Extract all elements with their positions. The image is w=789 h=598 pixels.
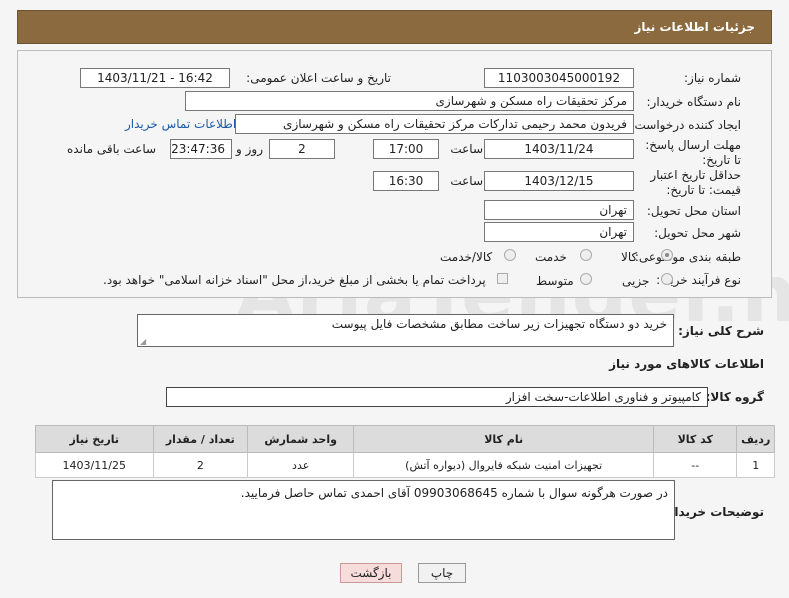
col-name-header: نام کالا — [353, 425, 655, 453]
table-row: 1 -- تجهیزات امنیت شبکه فایروال (دیواره … — [35, 452, 775, 478]
buyer-notes-label: توضیحات خریدار: — [662, 505, 764, 519]
print-button[interactable]: چاپ — [418, 563, 466, 583]
creator-label: ایجاد کننده درخواست: — [630, 118, 741, 132]
goods-group-label: گروه کالا: — [705, 390, 764, 404]
page-header: جزئیات اطلاعات نیاز — [17, 10, 772, 44]
announce-label: تاریخ و ساعت اعلان عمومی: — [246, 71, 391, 85]
goods-code-cell: -- — [653, 452, 738, 478]
validity-time-field: 16:30 — [373, 171, 439, 191]
col-code-header: کد کالا — [653, 425, 738, 453]
category-radio-service[interactable] — [580, 249, 592, 261]
creator-field: فریدون محمد رحیمی تدارکات مرکز تحقیقات ر… — [235, 114, 634, 134]
col-row-header: ردیف — [736, 425, 775, 453]
goods-table: ردیف کد کالا نام کالا واحد شمارش تعداد /… — [35, 425, 775, 478]
validity-time-label: ساعت — [450, 174, 483, 188]
remaining-label: ساعت باقی مانده — [67, 142, 157, 156]
resize-grip-icon: ◢ — [140, 337, 147, 346]
validity-label: حداقل تاریخ اعتبار قیمت: تا تاریخ: — [650, 168, 741, 197]
category-label: طبقه بندی موضوعی: — [634, 250, 741, 264]
row-number-cell: 1 — [736, 452, 775, 478]
col-unit-header: واحد شمارش — [247, 425, 355, 453]
announce-field: 1403/11/21 - 16:42 — [80, 68, 230, 88]
buyer-org-field: مرکز تحقیقات راه مسکن و شهرسازی — [185, 91, 634, 111]
goods-group-field: کامپیوتر و فناوری اطلاعات-سخت افزار — [166, 387, 708, 407]
treasury-payment-checkbox[interactable] — [497, 273, 508, 284]
description-label: شرح کلی نیاز: — [678, 324, 764, 338]
category-radio-goods[interactable] — [661, 249, 673, 261]
process-radio-medium[interactable] — [580, 273, 592, 285]
col-qty-header: تعداد / مقدار — [152, 425, 249, 453]
quantity-cell: 2 — [152, 452, 249, 478]
goods-name-cell: تجهیزات امنیت شبکه فایروال (دیواره آتش) — [353, 452, 655, 478]
city-label: شهر محل تحویل: — [654, 226, 741, 240]
category-option-service: خدمت — [535, 250, 567, 264]
remaining-time-field: 23:47:36 — [170, 139, 232, 159]
deadline-time-field: 17:00 — [373, 139, 439, 159]
days-label: روز و — [236, 142, 263, 156]
goods-info-title: اطلاعات کالاهای مورد نیاز — [609, 357, 764, 371]
process-option-medium: متوسط — [536, 274, 574, 288]
process-option-minor: جزیی — [622, 274, 650, 288]
category-option-goods: کالا — [621, 250, 638, 264]
buyer-org-label: نام دستگاه خریدار: — [646, 95, 742, 109]
need-number-field: 1103003045000192 — [484, 68, 634, 88]
category-radio-goods-service[interactable] — [504, 249, 516, 261]
deadline-date-field: 1403/11/24 — [484, 139, 634, 159]
col-date-header: تاریخ نیاز — [35, 425, 154, 453]
buyer-notes-field: در صورت هرگونه سوال با شماره 09903068645… — [52, 480, 675, 540]
buyer-contact-link[interactable]: اطلاعات تماس خریدار — [125, 117, 236, 131]
deadline-label: مهلت ارسال پاسخ: تا تاریخ: — [645, 138, 741, 167]
unit-cell: عدد — [247, 452, 355, 478]
deadline-time-label: ساعت — [450, 142, 483, 156]
province-label: استان محل تحویل: — [646, 204, 741, 218]
need-number-label: شماره نیاز: — [684, 71, 741, 85]
category-option-goods-service: کالا/خدمت — [440, 250, 493, 264]
days-field: 2 — [269, 139, 335, 159]
city-field: تهران — [484, 222, 634, 242]
description-field: خرید دو دستگاه تجهیزات زیر ساخت مطابق مش… — [137, 314, 674, 347]
treasury-payment-note: پرداخت تمام یا بخشی از مبلغ خرید،از محل … — [103, 273, 486, 287]
process-radio-minor[interactable] — [661, 273, 673, 285]
page-title: جزئیات اطلاعات نیاز — [634, 20, 755, 34]
back-button[interactable]: بازگشت — [340, 563, 402, 583]
province-field: تهران — [484, 200, 634, 220]
validity-date-field: 1403/12/15 — [484, 171, 634, 191]
need-date-cell: 1403/11/25 — [35, 452, 154, 478]
table-header-row: ردیف کد کالا نام کالا واحد شمارش تعداد /… — [35, 425, 775, 453]
